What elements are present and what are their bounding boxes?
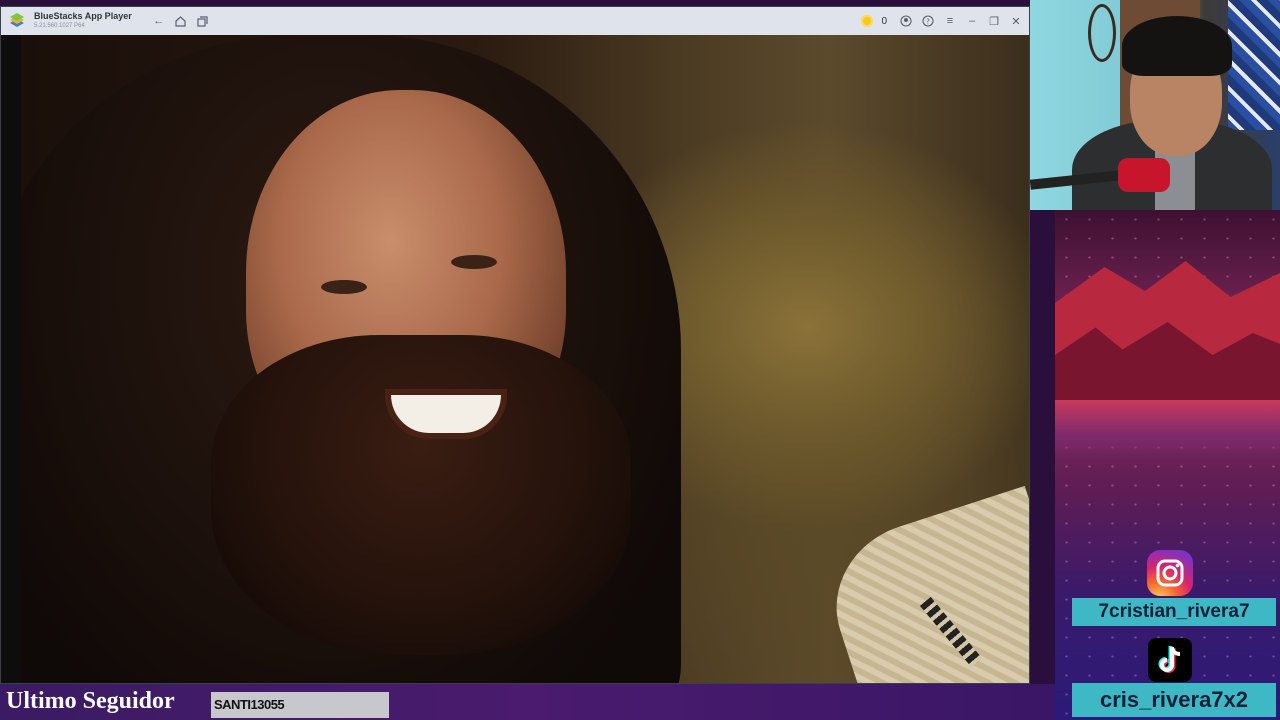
close-icon[interactable]: ✕ <box>1007 12 1025 30</box>
video-subject-eye <box>451 255 497 269</box>
minimize-icon[interactable]: – <box>963 12 981 30</box>
account-icon[interactable] <box>897 12 915 30</box>
last-follower-name: SANTI13055 <box>211 692 389 718</box>
app-content[interactable] <box>1 35 1029 683</box>
video-sweater <box>815 485 1029 683</box>
coin-count: 0 <box>881 15 887 27</box>
side-strip <box>1 35 21 683</box>
follower-bar: Ultimo Seguidor SANTI13055 <box>0 684 1055 720</box>
instagram-handle: 7cristian_rivera7 <box>1072 598 1276 626</box>
home-icon[interactable] <box>172 12 190 30</box>
stream-side-panel: 7cristian_rivera7 cris_rivera7x2 <box>1055 210 1280 720</box>
multi-instance-icon[interactable] <box>194 12 212 30</box>
tiktok-icon <box>1148 638 1192 682</box>
title-bar: BlueStacks App Player 5.21.560.1027 P64 … <box>1 7 1029 35</box>
tiktok-handle: cris_rivera7x2 <box>1072 683 1276 717</box>
coin-icon[interactable] <box>861 15 874 27</box>
panel-water <box>1055 400 1280 460</box>
last-follower-label: Ultimo Seguidor <box>6 688 175 714</box>
bluestacks-window: BlueStacks App Player 5.21.560.1027 P64 … <box>0 6 1030 684</box>
webcam-wall-frame <box>1088 4 1116 62</box>
help-icon[interactable]: ? <box>919 12 937 30</box>
svg-text:?: ? <box>926 18 930 26</box>
bluestacks-logo-icon <box>10 13 24 27</box>
video-subject-beard <box>211 335 631 655</box>
webcam-streamer-hair <box>1122 16 1232 76</box>
webcam-feed <box>1030 0 1280 210</box>
app-title: BlueStacks App Player <box>34 11 132 21</box>
video-subject-eye <box>321 280 367 294</box>
back-icon[interactable]: ← <box>150 12 168 30</box>
webcam-microphone <box>1118 158 1170 192</box>
menu-icon[interactable]: ≡ <box>941 12 959 30</box>
restore-icon[interactable]: ❐ <box>985 12 1003 30</box>
video-frame[interactable] <box>21 35 1029 683</box>
app-version: 5.21.560.1027 P64 <box>34 23 85 29</box>
webcam-quilt <box>1228 0 1280 130</box>
instagram-icon <box>1147 550 1193 596</box>
